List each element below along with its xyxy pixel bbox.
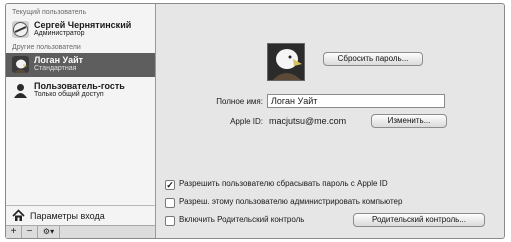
user-name: Сергей Чернятинский bbox=[34, 20, 132, 30]
user-item-logan[interactable]: Логан Уайт Стандартная bbox=[6, 53, 155, 77]
user-role: Только общий доступ bbox=[34, 91, 104, 98]
user-item-guest[interactable]: Пользователь-гость Только общий доступ bbox=[6, 79, 155, 103]
reset-password-button[interactable]: Сбросить пароль... bbox=[323, 52, 423, 66]
allow-reset-password-checkbox[interactable]: ✓ bbox=[165, 180, 175, 190]
login-options-item[interactable]: Параметры входа bbox=[6, 205, 155, 225]
apple-id-value: macjutsu@me.com bbox=[269, 116, 347, 126]
user-details-pane: Сбросить пароль... Полное имя: Логан Уай… bbox=[157, 4, 504, 238]
sidebar-bottom-bar: + − ⚙▾ bbox=[6, 225, 155, 238]
current-user-header: Текущий пользователь bbox=[12, 9, 87, 16]
allow-admin-checkbox[interactable] bbox=[165, 198, 175, 208]
allow-admin-label: Разреш. этому пользователю администриров… bbox=[179, 197, 403, 206]
user-avatar-icon bbox=[12, 21, 29, 38]
home-icon bbox=[12, 209, 25, 222]
guest-user-icon bbox=[12, 82, 29, 99]
enable-parental-controls-label: Включить Родительский контроль bbox=[179, 215, 305, 224]
full-name-label: Полное имя: bbox=[216, 97, 263, 106]
allow-reset-password-label: Разрешить пользователю сбрасывать пароль… bbox=[179, 179, 388, 188]
user-role: Стандартная bbox=[34, 65, 77, 72]
enable-parental-controls-checkbox[interactable] bbox=[165, 216, 175, 226]
user-picture-eagle-icon[interactable] bbox=[267, 43, 305, 81]
add-user-button[interactable]: + bbox=[6, 226, 22, 238]
login-options-label: Параметры входа bbox=[30, 211, 105, 221]
user-name: Логан Уайт bbox=[34, 55, 84, 65]
user-name: Пользователь-гость bbox=[34, 81, 125, 91]
parental-controls-button[interactable]: Родительский контроль... bbox=[353, 213, 485, 227]
full-name-field[interactable]: Логан Уайт bbox=[267, 94, 445, 108]
users-sidebar: Текущий пользователь Сергей Чернятинский… bbox=[6, 4, 156, 238]
remove-user-button[interactable]: − bbox=[22, 226, 38, 238]
eagle-avatar-icon bbox=[12, 56, 29, 73]
apple-id-label: Apple ID: bbox=[230, 117, 263, 126]
user-role: Администратор bbox=[34, 30, 85, 37]
users-preferences-window: Текущий пользователь Сергей Чернятинский… bbox=[5, 3, 505, 239]
other-users-header: Другие пользователи bbox=[12, 44, 81, 51]
user-item-current[interactable]: Сергей Чернятинский Администратор bbox=[6, 18, 155, 42]
action-menu-button[interactable]: ⚙▾ bbox=[38, 226, 60, 238]
change-apple-id-button[interactable]: Изменить... bbox=[371, 114, 447, 128]
